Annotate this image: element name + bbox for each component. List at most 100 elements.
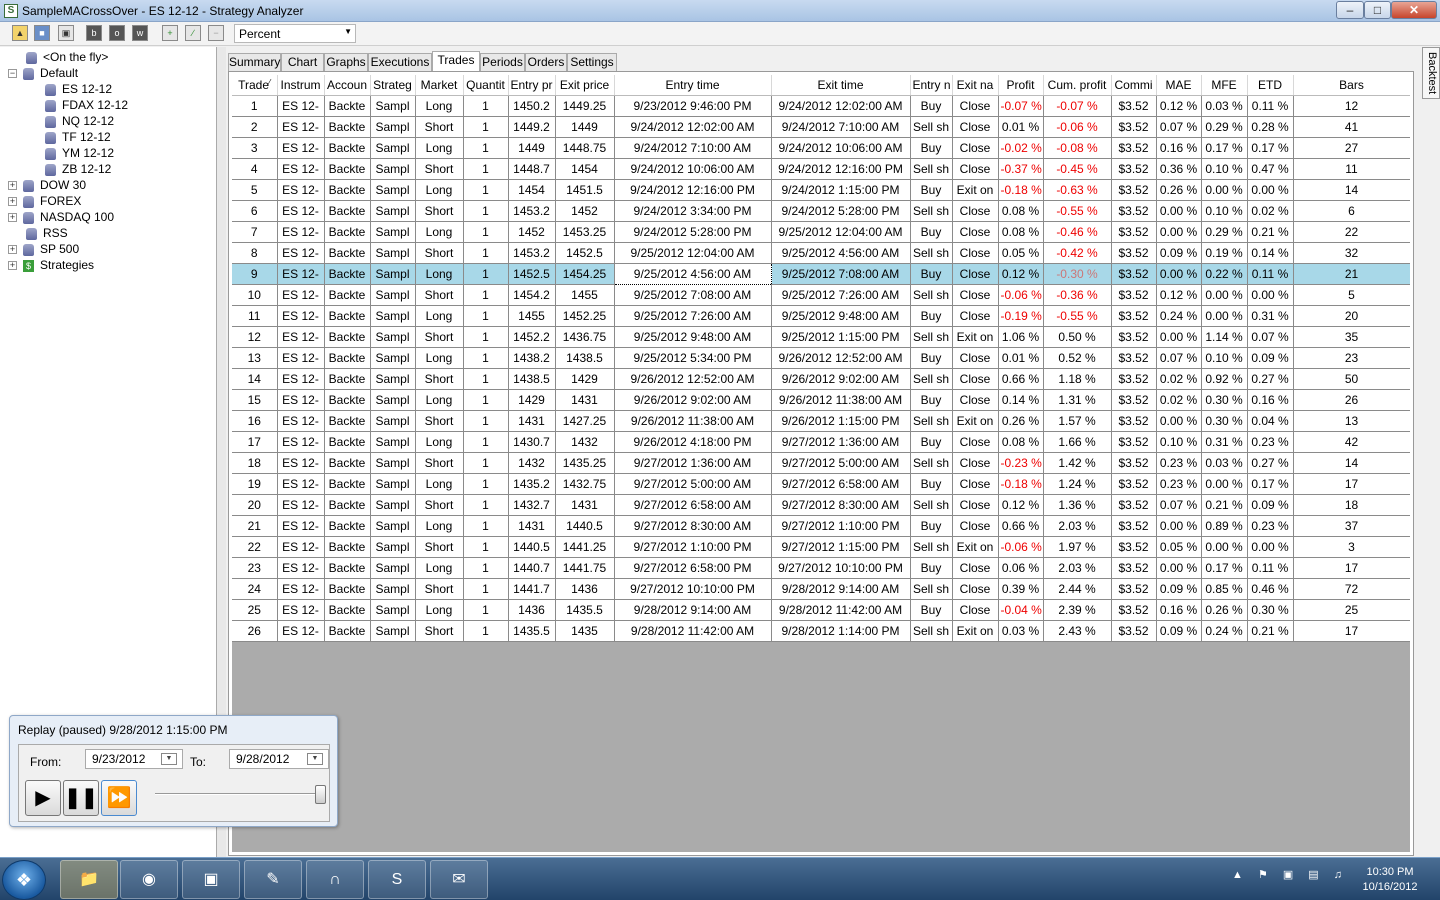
trade-cell[interactable]: 9/27/2012 5:00:00 AM <box>771 452 911 474</box>
tree-item-instrument[interactable]: TF 12-12 <box>45 129 111 145</box>
trade-cell[interactable]: 0.21 % <box>1247 221 1294 243</box>
trade-cell[interactable]: 9/26/2012 4:18:00 PM <box>614 431 772 453</box>
trade-cell[interactable]: 0.10 % <box>1201 158 1248 180</box>
trade-cell[interactable]: 9/28/2012 9:14:00 AM <box>614 599 772 621</box>
trade-cell[interactable]: Close <box>952 515 999 537</box>
trade-cell[interactable]: 0.00 % <box>1156 263 1202 285</box>
trade-cell[interactable]: 1.24 % <box>1043 473 1112 495</box>
trade-cell[interactable]: 9/25/2012 1:15:00 PM <box>771 326 911 348</box>
trade-cell[interactable]: 1448.75 <box>555 137 615 159</box>
trade-cell[interactable]: ES 12- <box>277 158 325 180</box>
play-button[interactable]: ▶ <box>25 780 61 816</box>
maximize-button[interactable]: □ <box>1364 1 1391 19</box>
trade-cell[interactable]: 0.29 % <box>1201 221 1248 243</box>
trade-cell[interactable]: 19 <box>232 473 278 495</box>
trade-cell[interactable]: 0.10 % <box>1201 347 1248 369</box>
column-header[interactable]: Exit time <box>771 75 911 96</box>
trade-cell[interactable]: 9/26/2012 1:15:00 PM <box>771 410 911 432</box>
trade-cell[interactable]: 0.12 % <box>998 263 1044 285</box>
tab-executions[interactable]: Executions <box>368 53 432 71</box>
trade-cell[interactable]: Sampl <box>370 599 416 621</box>
column-header[interactable]: Entry n <box>910 75 953 96</box>
trade-cell[interactable]: 1432 <box>555 431 615 453</box>
trade-cell[interactable]: 23 <box>232 557 278 579</box>
trade-cell[interactable]: ES 12- <box>277 221 325 243</box>
trade-cell[interactable]: -0.04 % <box>998 599 1044 621</box>
trade-cell[interactable]: 0.31 % <box>1201 431 1248 453</box>
trade-cell[interactable]: 25 <box>1293 599 1410 621</box>
trade-cell[interactable]: 0.08 % <box>998 200 1044 222</box>
column-header[interactable]: Trade⁄ <box>232 75 278 96</box>
trade-cell[interactable]: Close <box>952 452 999 474</box>
trade-cell[interactable]: Sell sh <box>910 410 953 432</box>
trade-cell[interactable]: 1 <box>463 494 509 516</box>
trade-cell[interactable]: ES 12- <box>277 242 325 264</box>
trade-cell[interactable]: 0.00 % <box>1201 536 1248 558</box>
column-header[interactable]: MFE <box>1201 75 1248 96</box>
trade-cell[interactable]: -0.06 % <box>998 284 1044 306</box>
trade-row[interactable]: 2 ES 12- Backte Sampl Short 1 1449.2 1449 9/24/2… <box>232 116 1410 138</box>
trade-cell[interactable]: 0.07 % <box>1156 494 1202 516</box>
trade-cell[interactable]: Long <box>415 515 464 537</box>
trade-cell[interactable]: 0.07 % <box>1156 116 1202 138</box>
trade-cell[interactable]: 1431 <box>555 494 615 516</box>
trade-cell[interactable]: 2.44 % <box>1043 578 1112 600</box>
trade-row[interactable]: 1 ES 12- Backte Sampl Long 1 1450.2 1449.25 9/23… <box>232 95 1410 117</box>
trade-cell[interactable]: Short <box>415 158 464 180</box>
trade-cell[interactable]: -0.55 % <box>1043 305 1112 327</box>
replay-speed-slider-thumb[interactable] <box>315 785 326 804</box>
trade-cell[interactable]: 1 <box>463 536 509 558</box>
trade-cell[interactable]: 1 <box>463 578 509 600</box>
trade-cell[interactable]: 9/24/2012 12:02:00 AM <box>771 95 911 117</box>
trade-cell[interactable]: Buy <box>910 221 953 243</box>
trade-cell[interactable]: -0.08 % <box>1043 137 1112 159</box>
trade-cell[interactable]: Long <box>415 179 464 201</box>
trade-cell[interactable]: 9/24/2012 12:16:00 PM <box>614 179 772 201</box>
trade-cell[interactable]: Sell sh <box>910 158 953 180</box>
trade-cell[interactable]: 1432.75 <box>555 473 615 495</box>
trade-cell[interactable]: 9/24/2012 12:16:00 PM <box>771 158 911 180</box>
column-header[interactable]: Cum. profit <box>1043 75 1112 96</box>
trade-cell[interactable]: Backte <box>324 263 371 285</box>
trade-cell[interactable]: $3.52 <box>1111 221 1157 243</box>
trade-cell[interactable]: Backte <box>324 158 371 180</box>
trade-cell[interactable]: $3.52 <box>1111 578 1157 600</box>
trade-row[interactable]: 20 ES 12- Backte Sampl Short 1 1432.7 1431 9/27/… <box>232 494 1410 516</box>
trade-cell[interactable]: 0.00 % <box>1156 200 1202 222</box>
trade-cell[interactable]: $3.52 <box>1111 410 1157 432</box>
trade-cell[interactable]: -0.45 % <box>1043 158 1112 180</box>
trade-cell[interactable]: 1 <box>463 515 509 537</box>
trade-cell[interactable]: 9/27/2012 6:58:00 PM <box>614 557 772 579</box>
trade-cell[interactable]: -0.02 % <box>998 137 1044 159</box>
trade-cell[interactable]: 1.66 % <box>1043 431 1112 453</box>
trade-cell[interactable]: 0.26 % <box>1156 179 1202 201</box>
trade-cell[interactable]: Close <box>952 368 999 390</box>
trade-cell[interactable]: 9/26/2012 11:38:00 AM <box>771 389 911 411</box>
trade-cell[interactable]: 0.17 % <box>1201 557 1248 579</box>
trade-cell[interactable]: Sampl <box>370 137 416 159</box>
display-unit-select[interactable]: Percent ▼ <box>234 24 356 43</box>
save-icon[interactable]: ■ <box>34 25 50 41</box>
trade-row[interactable]: 6 ES 12- Backte Sampl Short 1 1453.2 1452 9/24/2… <box>232 200 1410 222</box>
trade-cell[interactable]: 42 <box>1293 431 1410 453</box>
trade-cell[interactable]: 21 <box>1293 263 1410 285</box>
trade-cell[interactable]: 0.30 % <box>1201 410 1248 432</box>
trade-cell[interactable]: Buy <box>910 389 953 411</box>
trade-cell[interactable]: 1.42 % <box>1043 452 1112 474</box>
trade-cell[interactable]: 9/25/2012 7:26:00 AM <box>771 284 911 306</box>
trade-cell[interactable]: Exit on <box>952 410 999 432</box>
trade-cell[interactable]: 9/25/2012 7:08:00 AM <box>614 284 772 306</box>
trade-cell[interactable]: -0.36 % <box>1043 284 1112 306</box>
trade-cell[interactable]: 9/24/2012 7:10:00 AM <box>614 137 772 159</box>
trade-cell[interactable]: 11 <box>1293 158 1410 180</box>
trade-cell[interactable]: 1 <box>463 116 509 138</box>
column-header[interactable]: Commi <box>1111 75 1157 96</box>
trade-cell[interactable]: $3.52 <box>1111 620 1157 642</box>
trade-cell[interactable]: 1449.25 <box>555 95 615 117</box>
trade-cell[interactable]: 0.21 % <box>1201 494 1248 516</box>
trade-cell[interactable]: Backte <box>324 536 371 558</box>
trade-cell[interactable]: $3.52 <box>1111 389 1157 411</box>
trade-cell[interactable]: 5 <box>232 179 278 201</box>
trade-cell[interactable]: 0.24 % <box>1201 620 1248 642</box>
trade-cell[interactable]: 1438.2 <box>508 347 556 369</box>
